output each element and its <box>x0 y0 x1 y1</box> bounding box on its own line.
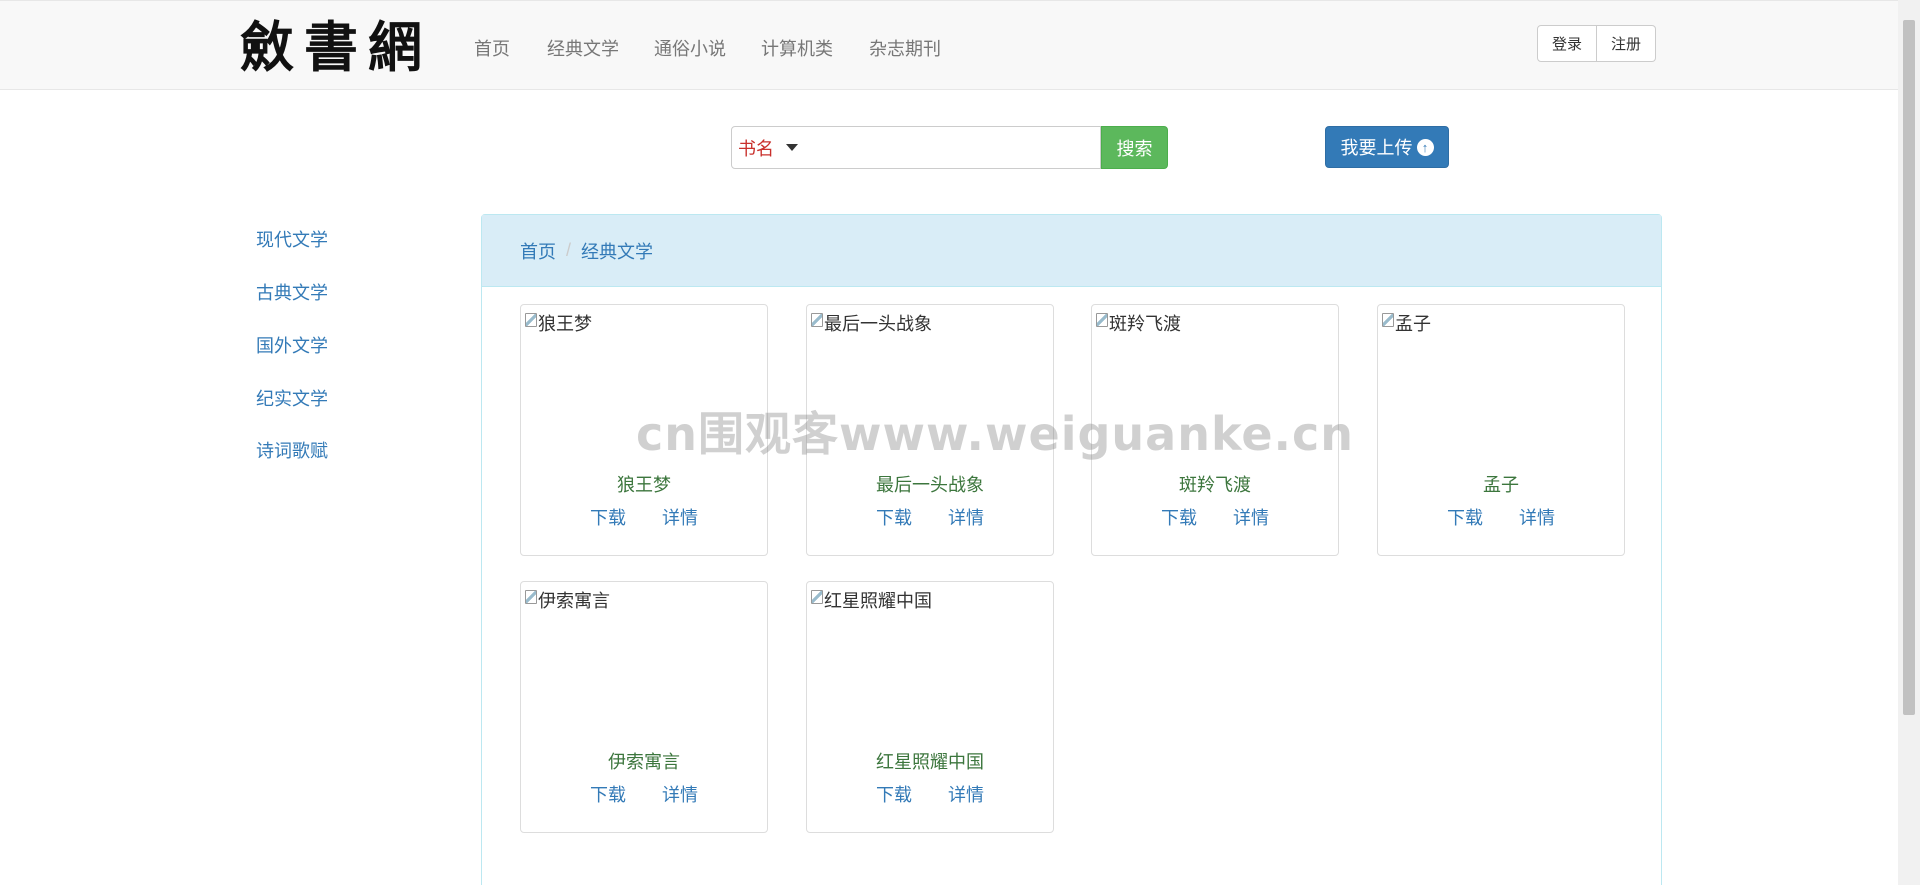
book-actions: 下载 详情 <box>807 781 1053 807</box>
broken-image-icon <box>811 590 823 604</box>
book-actions: 下载 详情 <box>807 504 1053 530</box>
vertical-scrollbar[interactable] <box>1898 0 1920 885</box>
broken-image-icon <box>1096 313 1108 327</box>
breadcrumb-home[interactable]: 首页 <box>520 238 556 264</box>
top-navbar: 斂書網 首页 经典文学 通俗小说 计算机类 杂志期刊 登录 注册 <box>0 0 1898 90</box>
broken-image-icon <box>1382 313 1394 327</box>
breadcrumb: 首页 / 经典文学 <box>482 215 1661 287</box>
breadcrumb-separator: / <box>566 240 572 260</box>
sidebar-item-documentary-literature[interactable]: 纪实文学 <box>256 385 328 411</box>
book-card: 红星照耀中国 红星照耀中国 下载 详情 <box>806 581 1054 833</box>
book-cover-image[interactable]: 狼王梦 <box>525 310 592 336</box>
details-link[interactable]: 详情 <box>1233 504 1269 530</box>
nav-link-computer[interactable]: 计算机类 <box>761 35 833 61</box>
nav-link-magazines[interactable]: 杂志期刊 <box>869 35 941 61</box>
download-link[interactable]: 下载 <box>590 781 626 807</box>
book-list-panel: 首页 / 经典文学 狼王梦 狼王梦 下载 详情 最后一头战象 最后一头战象 下载… <box>481 214 1662 885</box>
details-link[interactable]: 详情 <box>662 781 698 807</box>
sidebar-item-poetry[interactable]: 诗词歌赋 <box>256 437 328 463</box>
book-title: 狼王梦 <box>617 475 671 495</box>
broken-image-icon <box>811 313 823 327</box>
search-type-dropdown[interactable]: 书名 <box>732 135 798 161</box>
book-cover-image[interactable]: 伊索寓言 <box>525 587 610 613</box>
book-card: 孟子 孟子 下载 详情 <box>1377 304 1625 556</box>
search-type-label: 书名 <box>738 138 774 159</box>
book-title: 最后一头战象 <box>876 475 984 495</box>
download-link[interactable]: 下载 <box>876 781 912 807</box>
nav-link-classic-literature[interactable]: 经典文学 <box>547 35 619 61</box>
nav-link-popular-fiction[interactable]: 通俗小说 <box>654 35 726 61</box>
sidebar-item-modern-literature[interactable]: 现代文学 <box>256 226 328 252</box>
search-input[interactable] <box>808 127 1100 168</box>
download-link[interactable]: 下载 <box>1447 504 1483 530</box>
nav-link-home[interactable]: 首页 <box>474 35 510 61</box>
scrollbar-thumb[interactable] <box>1903 20 1915 715</box>
book-title: 孟子 <box>1483 475 1519 495</box>
broken-image-icon <box>525 313 537 327</box>
download-link[interactable]: 下载 <box>876 504 912 530</box>
arrow-up-circle-icon: ↑ <box>1416 138 1434 156</box>
book-card: 狼王梦 狼王梦 下载 详情 <box>520 304 768 556</box>
book-actions: 下载 详情 <box>1092 504 1338 530</box>
book-title: 伊索寓言 <box>608 752 680 772</box>
download-link[interactable]: 下载 <box>1161 504 1197 530</box>
book-cover-image[interactable]: 最后一头战象 <box>811 310 932 336</box>
book-cover-alt: 最后一头战象 <box>824 314 932 334</box>
details-link[interactable]: 详情 <box>948 504 984 530</box>
book-title: 红星照耀中国 <box>876 752 984 772</box>
book-cover-image[interactable]: 红星照耀中国 <box>811 587 932 613</box>
upload-button[interactable]: 我要上传 ↑ <box>1325 126 1449 168</box>
search-group: 书名 <box>731 126 1101 169</box>
book-card: 伊索寓言 伊索寓言 下载 详情 <box>520 581 768 833</box>
sidebar-item-classical-literature[interactable]: 古典文学 <box>256 279 328 305</box>
register-button[interactable]: 注册 <box>1597 25 1657 62</box>
book-cover-image[interactable]: 孟子 <box>1382 310 1431 336</box>
search-button[interactable]: 搜索 <box>1101 126 1168 169</box>
book-cover-image[interactable]: 斑羚飞渡 <box>1096 310 1181 336</box>
broken-image-icon <box>525 590 537 604</box>
book-cover-alt: 斑羚飞渡 <box>1109 314 1181 334</box>
caret-down-icon <box>786 144 798 151</box>
book-card: 斑羚飞渡 斑羚飞渡 下载 详情 <box>1091 304 1339 556</box>
upload-button-label: 我要上传 <box>1340 138 1413 158</box>
book-actions: 下载 详情 <box>521 504 767 530</box>
details-link[interactable]: 详情 <box>1519 504 1555 530</box>
book-card: 最后一头战象 最后一头战象 下载 详情 <box>806 304 1054 556</box>
book-cover-alt: 伊索寓言 <box>538 591 610 611</box>
details-link[interactable]: 详情 <box>948 781 984 807</box>
sidebar-item-foreign-literature[interactable]: 国外文学 <box>256 332 328 358</box>
login-button[interactable]: 登录 <box>1537 25 1598 62</box>
auth-button-group: 登录 注册 <box>1537 25 1657 62</box>
breadcrumb-current[interactable]: 经典文学 <box>581 238 653 264</box>
details-link[interactable]: 详情 <box>662 504 698 530</box>
book-cover-alt: 孟子 <box>1395 314 1431 334</box>
book-actions: 下载 详情 <box>521 781 767 807</box>
site-logo[interactable]: 斂書網 <box>240 17 432 77</box>
book-cover-alt: 红星照耀中国 <box>824 591 932 611</box>
book-actions: 下载 详情 <box>1378 504 1624 530</box>
download-link[interactable]: 下载 <box>590 504 626 530</box>
book-cover-alt: 狼王梦 <box>538 314 592 334</box>
book-title: 斑羚飞渡 <box>1179 475 1251 495</box>
